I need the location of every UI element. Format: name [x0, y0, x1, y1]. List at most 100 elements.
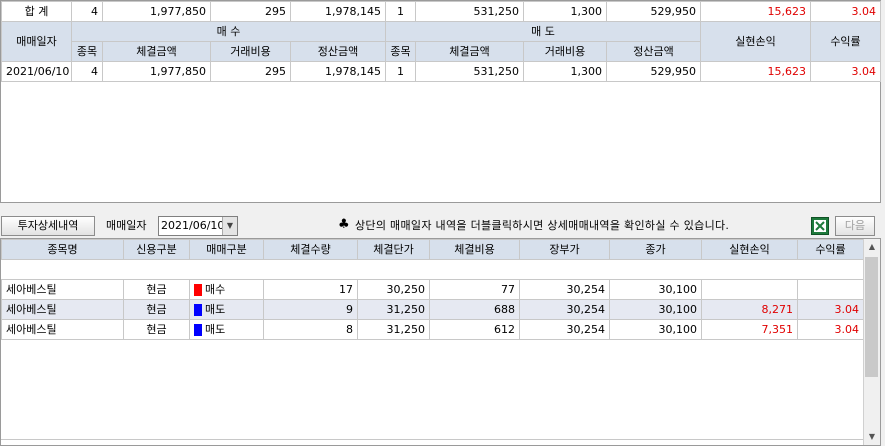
row-book: 30,254	[519, 279, 610, 300]
col-buy-amount-header[interactable]: 체결금액	[102, 41, 211, 62]
row-price: 30,250	[357, 279, 430, 300]
row-buy-settle: 1,978,145	[290, 61, 386, 82]
row-type: 매도	[205, 323, 226, 336]
row-cost: 77	[429, 279, 520, 300]
row-name: 세아베스틸	[1, 299, 124, 320]
total-sell-settle: 529,950	[606, 1, 701, 22]
total-return-rate: 3.04	[810, 1, 881, 22]
scroll-thumb[interactable]	[865, 257, 878, 377]
col-buy-fee-header[interactable]: 거래비용	[210, 41, 291, 62]
detail-table: 종목명 신용구분 매매구분 체결수량 체결단가 체결비용 장부가 종가 실현손익…	[1, 239, 864, 340]
col-book-header[interactable]: 장부가	[519, 239, 610, 260]
buy-marker	[194, 284, 202, 296]
row-credit: 현금	[123, 299, 190, 320]
row-realized-pl: 7,351	[701, 319, 798, 340]
table-row[interactable]: 2021/06/10 4 1,977,850 295 1,978,145 1 5…	[1, 61, 881, 82]
total-buy-fee: 295	[210, 1, 291, 22]
row-type: 매도	[205, 303, 226, 316]
row-book: 30,254	[519, 319, 610, 340]
row-return-rate	[797, 279, 864, 300]
next-button[interactable]: 다음	[835, 216, 875, 236]
total-buy-amount: 1,977,850	[102, 1, 211, 22]
blank-row	[1, 259, 864, 280]
scroll-up-icon[interactable]: ▲	[864, 239, 880, 255]
table-bottom-strip	[1, 439, 863, 445]
row-price: 31,250	[357, 299, 430, 320]
excel-icon[interactable]	[811, 217, 829, 235]
row-cost: 612	[429, 319, 520, 340]
detail-header-row: 종목명 신용구분 매매구분 체결수량 체결단가 체결비용 장부가 종가 실현손익…	[1, 239, 864, 260]
col-buy-count-header[interactable]: 종목	[71, 41, 103, 62]
col-sell-group-header: 매 도	[385, 21, 701, 42]
sell-marker	[194, 324, 202, 336]
row-sell-amount: 531,250	[415, 61, 524, 82]
col-buy-settle-header[interactable]: 정산금액	[290, 41, 386, 62]
trade-detail-grid[interactable]: 종목명 신용구분 매매구분 체결수량 체결단가 체결비용 장부가 종가 실현손익…	[0, 238, 881, 446]
col-type-header[interactable]: 매매구분	[189, 239, 264, 260]
row-buy-fee: 295	[210, 61, 291, 82]
total-realized-pl: 15,623	[700, 1, 811, 22]
row-date: 2021/06/10	[1, 61, 72, 82]
row-type: 매수	[205, 283, 226, 296]
col-price-header[interactable]: 체결단가	[357, 239, 430, 260]
investment-detail-button[interactable]: 투자상세내역	[1, 216, 95, 236]
col-credit-header[interactable]: 신용구분	[123, 239, 190, 260]
row-realized-pl: 15,623	[700, 61, 811, 82]
row-buy-count: 4	[71, 61, 103, 82]
club-icon: ♣	[338, 217, 350, 232]
row-close: 30,100	[609, 279, 702, 300]
row-type-cell: 매도	[189, 319, 264, 340]
row-sell-count: 1	[385, 61, 416, 82]
notice-text: 상단의 매매일자 내역을 더블클릭하시면 상세매매내역을 확인하실 수 있습니다…	[355, 219, 730, 232]
scroll-down-icon[interactable]: ▼	[864, 429, 880, 445]
row-name: 세아베스틸	[1, 319, 124, 340]
trade-date-value: 2021/06/10	[161, 219, 225, 232]
row-type-cell: 매수	[189, 279, 264, 300]
row-book: 30,254	[519, 299, 610, 320]
col-return-rate-header[interactable]: 수익률	[810, 21, 881, 62]
row-type-cell: 매도	[189, 299, 264, 320]
row-credit: 현금	[123, 279, 190, 300]
row-name: 세아베스틸	[1, 279, 124, 300]
table-row[interactable]: 세아베스틸 현금 매도 9 31,250 688 30,254 30,100 8…	[1, 299, 864, 320]
daily-summary-grid[interactable]: 합 계 4 1,977,850 295 1,978,145 1 531,250 …	[0, 0, 881, 203]
col-buy-group-header: 매 수	[71, 21, 386, 42]
total-sell-amount: 531,250	[415, 1, 524, 22]
row-return-rate: 3.04	[797, 319, 864, 340]
chevron-down-icon[interactable]: ▼	[222, 217, 237, 235]
col-cost-header[interactable]: 체결비용	[429, 239, 520, 260]
col-date-header[interactable]: 매매일자	[1, 21, 72, 62]
total-sell-fee: 1,300	[523, 1, 607, 22]
total-buy-count: 4	[71, 1, 103, 22]
col-realized-pl-header[interactable]: 실현손익	[701, 239, 798, 260]
row-sell-settle: 529,950	[606, 61, 701, 82]
col-sell-fee-header[interactable]: 거래비용	[523, 41, 607, 62]
col-qty-header[interactable]: 체결수량	[263, 239, 358, 260]
table-row[interactable]: 세아베스틸 현금 매수 17 30,250 77 30,254 30,100	[1, 279, 864, 300]
row-close: 30,100	[609, 299, 702, 320]
row-realized-pl	[701, 279, 798, 300]
col-name-header[interactable]: 종목명	[1, 239, 124, 260]
row-buy-amount: 1,977,850	[102, 61, 211, 82]
row-credit: 현금	[123, 319, 190, 340]
total-sell-count: 1	[385, 1, 416, 22]
vertical-scrollbar[interactable]: ▲ ▼	[863, 239, 880, 445]
sell-marker	[194, 304, 202, 316]
row-cost: 688	[429, 299, 520, 320]
table-row[interactable]: 세아베스틸 현금 매도 8 31,250 612 30,254 30,100 7…	[1, 319, 864, 340]
summary-table: 합 계 4 1,977,850 295 1,978,145 1 531,250 …	[1, 1, 881, 82]
col-close-header[interactable]: 종가	[609, 239, 702, 260]
col-sell-count-header[interactable]: 종목	[385, 41, 416, 62]
col-realized-pl-header[interactable]: 실현손익	[700, 21, 811, 62]
row-return-rate: 3.04	[810, 61, 881, 82]
total-row[interactable]: 합 계 4 1,977,850 295 1,978,145 1 531,250 …	[1, 1, 881, 22]
total-label: 합 계	[1, 1, 72, 22]
col-return-rate-header[interactable]: 수익률	[797, 239, 864, 260]
row-qty: 17	[263, 279, 358, 300]
col-sell-settle-header[interactable]: 정산금액	[606, 41, 701, 62]
row-price: 31,250	[357, 319, 430, 340]
row-sell-fee: 1,300	[523, 61, 607, 82]
col-sell-amount-header[interactable]: 체결금액	[415, 41, 524, 62]
trade-date-select[interactable]: 2021/06/10 ▼	[158, 216, 238, 236]
trade-date-label: 매매일자	[106, 219, 147, 232]
